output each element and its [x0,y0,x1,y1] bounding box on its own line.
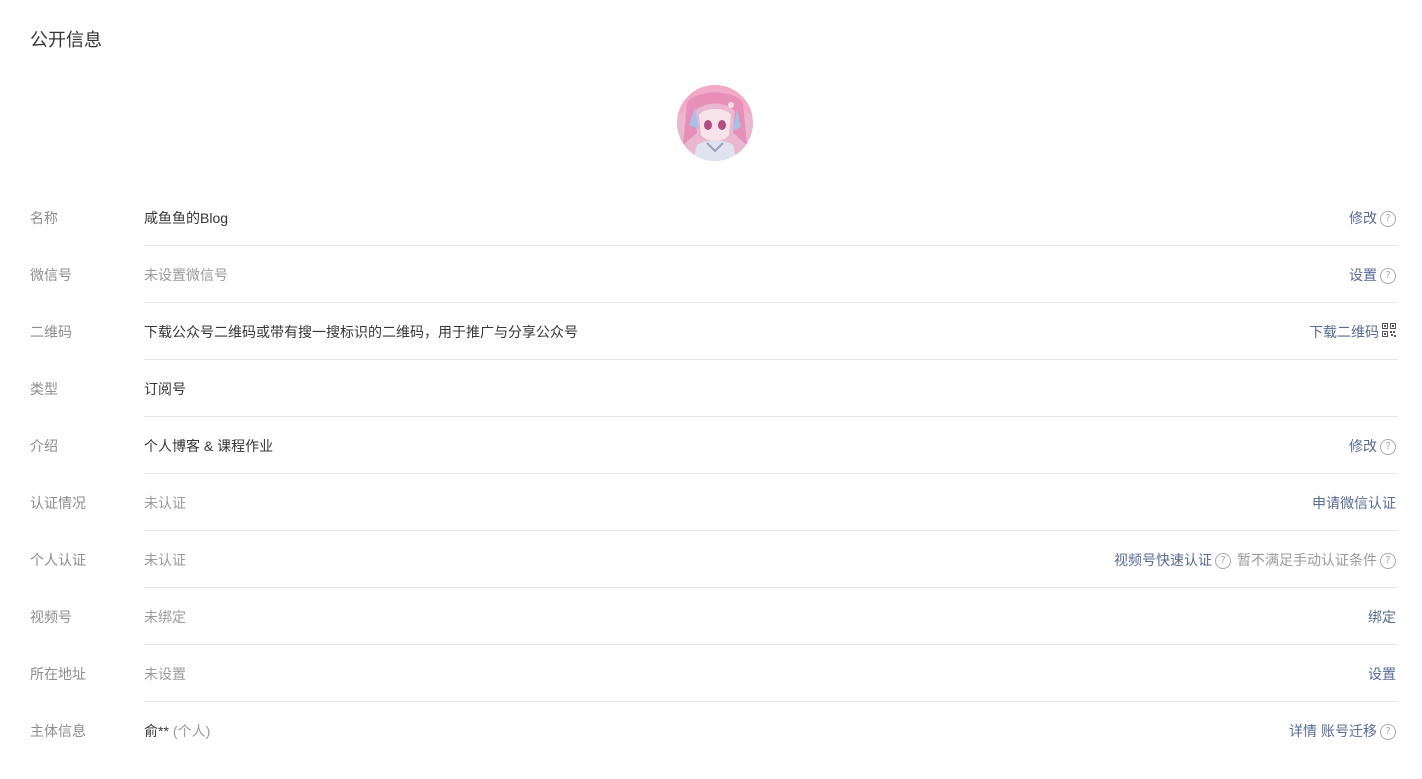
row-actions: 设置 [1368,665,1396,683]
manual-verify-unavailable-text: 暂不满足手动认证条件 [1237,552,1377,568]
row-label: 个人认证 [30,552,86,568]
row-entity-info: 主体信息 俞** (个人) 详情 账号迁移 ? [0,702,1422,759]
row-label: 主体信息 [30,723,86,739]
row-intro: 介绍 个人博客 & 课程作业 修改 ? [0,417,1422,474]
row-value: 下载公众号二维码或带有搜一搜标识的二维码，用于推广与分享公众号 [144,324,578,340]
help-icon[interactable]: ? [1380,552,1396,569]
public-info-page: 公开信息 名称 咸鱼鱼的Blog 修改 ? 微信号 未设置微信号 设置 ? 二维… [0,0,1422,779]
edit-intro-link[interactable]: 修改 [1349,437,1377,455]
bind-channels-link[interactable]: 绑定 [1368,608,1396,626]
row-type: 类型 订阅号 [0,360,1422,417]
qrcode-icon[interactable] [1382,323,1396,341]
row-name: 名称 咸鱼鱼的Blog 修改 ? [0,189,1422,246]
row-actions: 修改 ? [1349,209,1396,227]
row-label: 视频号 [30,609,72,625]
row-actions: 设置 ? [1349,266,1396,284]
row-value: 俞** (个人) [144,722,210,740]
help-icon[interactable]: ? [1380,723,1396,740]
help-icon[interactable]: ? [1380,438,1396,455]
account-migration-link[interactable]: 账号迁移 [1321,722,1377,740]
help-icon[interactable]: ? [1380,210,1396,227]
row-value: 未认证 [144,552,186,568]
row-actions: 视频号快速认证 ? 暂不满足手动认证条件 ? [1114,551,1396,569]
row-value: 未认证 [144,495,186,511]
row-label: 类型 [30,381,58,397]
row-label: 介绍 [30,438,58,454]
row-channels: 视频号 未绑定 绑定 [0,588,1422,645]
row-actions: 下载二维码 [1309,323,1396,341]
download-qrcode-link[interactable]: 下载二维码 [1309,323,1379,341]
account-avatar[interactable] [677,85,753,161]
entity-name: 俞** [144,723,169,739]
row-actions: 申请微信认证 [1312,494,1396,512]
row-qrcode: 二维码 下载公众号二维码或带有搜一搜标识的二维码，用于推广与分享公众号 下载二维… [0,303,1422,360]
help-icon[interactable]: ? [1215,552,1231,569]
edit-name-link[interactable]: 修改 [1349,209,1377,227]
channels-quick-verify-link[interactable]: 视频号快速认证 [1114,551,1212,569]
row-actions: 绑定 [1368,608,1396,626]
row-label: 微信号 [30,267,72,283]
row-label: 二维码 [30,324,72,340]
row-value: 订阅号 [144,381,186,397]
row-wechat-id: 微信号 未设置微信号 设置 ? [0,246,1422,303]
set-wechat-id-link[interactable]: 设置 [1349,266,1377,284]
help-icon[interactable]: ? [1380,267,1396,284]
entity-type: (个人) [172,723,211,739]
entity-details-link[interactable]: 详情 [1289,722,1317,740]
anime-girl-avatar-icon [677,85,753,161]
row-value: 咸鱼鱼的Blog [144,210,229,226]
row-label: 认证情况 [30,495,86,511]
row-verification: 认证情况 未认证 申请微信认证 [0,474,1422,531]
info-list: 名称 咸鱼鱼的Blog 修改 ? 微信号 未设置微信号 设置 ? 二维码 下载公… [0,189,1422,759]
row-value: 未绑定 [144,609,186,625]
row-actions: 详情 账号迁移 ? [1289,722,1396,740]
row-actions: 修改 ? [1349,437,1396,455]
section-title: 公开信息 [30,30,102,50]
row-value: 个人博客 & 课程作业 [144,438,274,454]
set-address-link[interactable]: 设置 [1368,665,1396,683]
row-label: 名称 [30,210,58,226]
row-label: 所在地址 [30,666,86,682]
row-personal-verification: 个人认证 未认证 视频号快速认证 ? 暂不满足手动认证条件 ? [0,531,1422,588]
row-value: 未设置 [144,666,186,682]
apply-verification-link[interactable]: 申请微信认证 [1312,494,1396,512]
row-value: 未设置微信号 [144,267,228,283]
row-address: 所在地址 未设置 设置 [0,645,1422,702]
